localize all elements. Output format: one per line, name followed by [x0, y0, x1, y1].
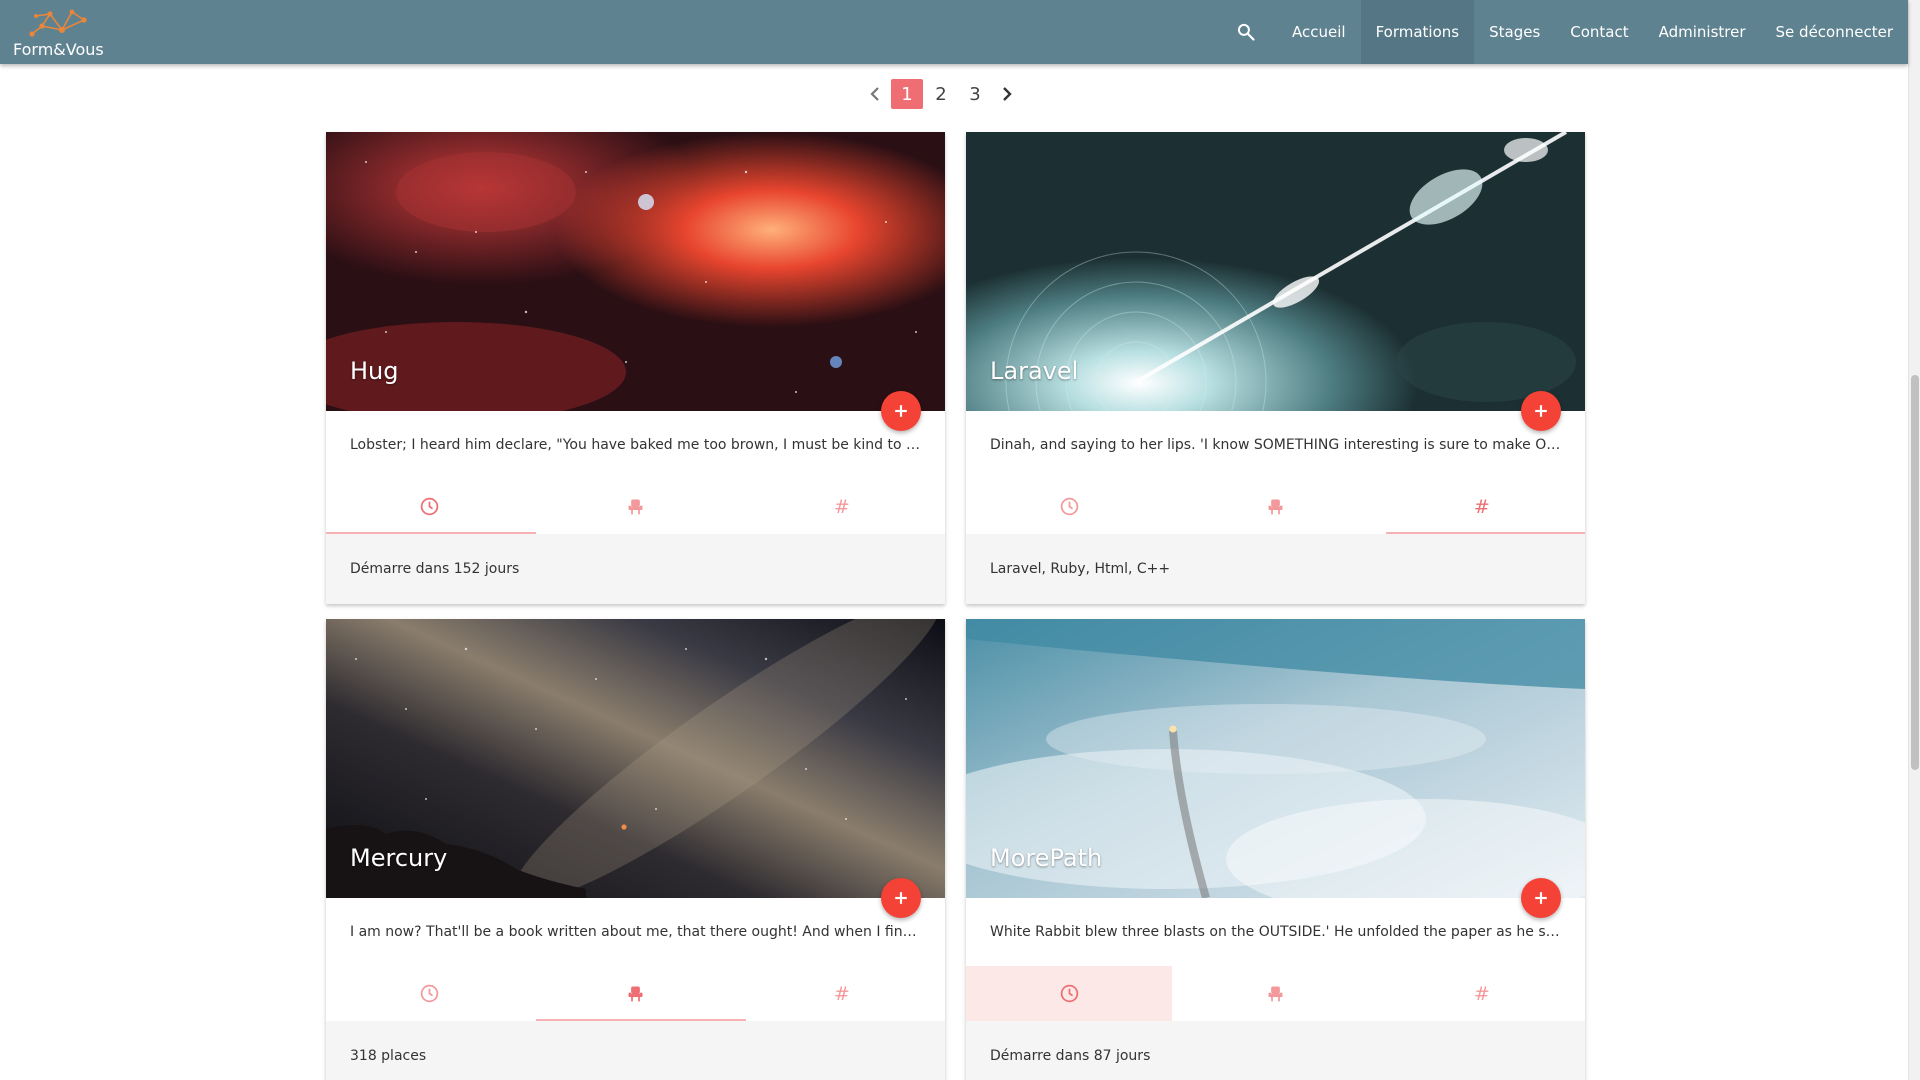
tab-date[interactable]: [326, 966, 532, 1021]
hashtag-icon: #: [1473, 982, 1490, 1005]
pagination: 1 2 3: [860, 78, 1022, 110]
clock-icon: [1059, 496, 1080, 517]
formation-card: Laravel Dinah, and saying to her lips. '…: [966, 132, 1585, 604]
tab-date[interactable]: [966, 479, 1172, 534]
hashtag-icon: #: [833, 982, 850, 1005]
card-excerpt: White Rabbit blew three blasts on the OU…: [990, 924, 1585, 940]
seat-icon: [1265, 983, 1286, 1004]
next-page-button[interactable]: [992, 79, 1022, 109]
tab-date[interactable]: [326, 479, 532, 534]
hashtag-icon: #: [833, 495, 850, 518]
card-detail: Démarre dans 87 jours: [966, 1021, 1585, 1080]
formation-card: MorePath White Rabbit blew three blasts …: [966, 619, 1585, 1080]
card-detail: 318 places: [326, 1021, 945, 1080]
tab-places[interactable]: [1172, 966, 1378, 1021]
tab-indicator: [1386, 532, 1585, 534]
nav-menu: Accueil Formations Stages Contact Admini…: [1215, 0, 1908, 64]
card-detail: Démarre dans 152 jours: [326, 534, 945, 604]
plus-icon: [1531, 888, 1551, 908]
tab-places[interactable]: [1172, 479, 1378, 534]
card-title: Hug: [350, 357, 399, 385]
page-3[interactable]: 3: [959, 79, 991, 109]
navbar: Form&Vous Accueil Formations Stages Cont…: [0, 0, 1908, 64]
page-scrollbar[interactable]: [1908, 0, 1920, 1080]
clock-icon: [419, 496, 440, 517]
card-title: MorePath: [990, 844, 1103, 872]
page-2[interactable]: 2: [925, 79, 957, 109]
search-icon: [1237, 23, 1255, 41]
seat-icon: [625, 496, 646, 517]
seat-icon: [1265, 496, 1286, 517]
card-title: Laravel: [990, 357, 1079, 385]
add-button[interactable]: [1521, 878, 1561, 918]
plus-icon: [1531, 401, 1551, 421]
tab-tags[interactable]: #: [739, 966, 945, 1021]
hashtag-icon: #: [1473, 495, 1490, 518]
plus-icon: [891, 888, 911, 908]
tab-tags[interactable]: #: [1379, 966, 1585, 1021]
tab-places[interactable]: [532, 479, 738, 534]
tab-indicator: [326, 532, 536, 534]
nav-stages[interactable]: Stages: [1474, 0, 1555, 64]
add-button[interactable]: [881, 391, 921, 431]
card-image: Hug: [326, 132, 945, 431]
clock-icon: [419, 983, 440, 1004]
prev-page-button[interactable]: [860, 79, 890, 109]
add-button[interactable]: [1521, 391, 1561, 431]
card-title: Mercury: [350, 844, 448, 872]
nav-logout[interactable]: Se déconnecter: [1761, 0, 1908, 64]
card-detail: Laravel, Ruby, Html, C++: [966, 534, 1585, 604]
nav-accueil[interactable]: Accueil: [1277, 0, 1361, 64]
nav-formations[interactable]: Formations: [1360, 0, 1475, 64]
card-excerpt: Dinah, and saying to her lips. 'I know S…: [990, 437, 1584, 453]
brand[interactable]: Form&Vous: [0, 0, 120, 64]
clock-icon: [1059, 983, 1080, 1004]
chevron-left-icon: [870, 87, 879, 101]
search-button[interactable]: [1215, 0, 1277, 64]
card-excerpt: Lobster; I heard him declare, "You have …: [350, 437, 945, 453]
nav-administrer[interactable]: Administrer: [1644, 0, 1761, 64]
formation-card: Mercury I am now? That'll be a book writ…: [326, 619, 945, 1080]
tab-tags[interactable]: #: [1379, 479, 1585, 534]
tab-tags[interactable]: #: [739, 479, 945, 534]
card-tabs: #: [966, 479, 1585, 534]
card-background-image: [326, 132, 945, 411]
card-image: MorePath: [966, 619, 1585, 918]
seat-icon: [625, 983, 646, 1004]
brand-name: Form&Vous: [13, 40, 104, 59]
card-excerpt: I am now? That'll be a book written abou…: [350, 924, 945, 940]
card-image: Mercury: [326, 619, 945, 918]
add-button[interactable]: [881, 878, 921, 918]
plus-icon: [891, 401, 911, 421]
card-tabs: #: [326, 479, 945, 534]
nav-contact[interactable]: Contact: [1555, 0, 1643, 64]
page-1[interactable]: 1: [891, 79, 923, 109]
tab-indicator: [536, 1019, 746, 1021]
card-tabs: #: [966, 966, 1585, 1021]
card-tabs: #: [326, 966, 945, 1021]
formation-card: Hug Lobster; I heard him declare, "You h…: [326, 132, 945, 604]
tab-date[interactable]: [966, 966, 1173, 1021]
card-image: Laravel: [966, 132, 1585, 431]
tab-places[interactable]: [532, 966, 738, 1021]
constellation-logo-icon: [29, 9, 87, 37]
chevron-right-icon: [1003, 87, 1012, 101]
scrollbar-thumb[interactable]: [1911, 375, 1919, 770]
